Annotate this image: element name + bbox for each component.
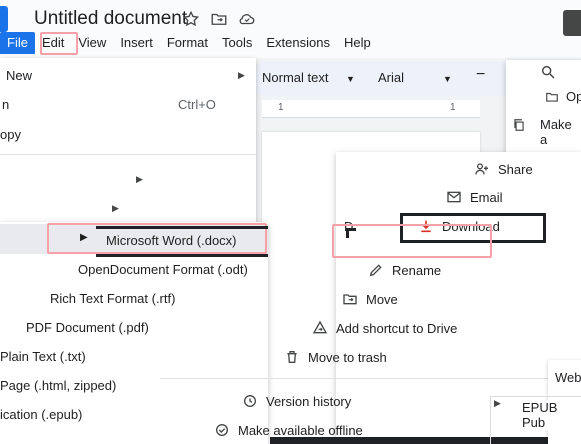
download-icon — [418, 218, 434, 234]
add-shortcut-item[interactable]: Add shortcut to Drive — [312, 320, 457, 336]
menu-file[interactable]: File — [0, 32, 35, 54]
trash-label: Move to trash — [308, 349, 387, 365]
menu-item-label: n — [2, 96, 10, 112]
move-label: Move — [366, 291, 398, 307]
submenu-arrow-icon: ▶ — [238, 70, 245, 80]
share-icon — [474, 161, 490, 177]
menu-item-open[interactable]: n Ctrl+O — [0, 90, 256, 118]
download-epub-item[interactable]: ication (.epub) — [0, 407, 82, 422]
ruler-mark: 1 — [450, 102, 456, 113]
pencil-icon — [368, 262, 384, 278]
download-item[interactable]: Download — [418, 218, 500, 234]
focus-bar — [96, 226, 268, 229]
download-txt-item[interactable]: Plain Text (.txt) — [0, 349, 86, 364]
download-html-item[interactable]: Page (.html, zipped) — [0, 378, 116, 393]
download-pdf-item[interactable]: PDF Document (.pdf) — [26, 320, 149, 335]
email-item[interactable]: Email — [446, 189, 503, 205]
email-label: Email — [470, 189, 503, 205]
version-history-label: Version history — [266, 393, 352, 409]
star-icon[interactable] — [182, 10, 200, 28]
menu-divider — [0, 154, 256, 155]
share-item[interactable]: Share — [474, 161, 533, 177]
play-arrow-icon: ▶ — [80, 232, 88, 243]
offline-label: Make available offline — [238, 422, 363, 438]
focus-bar — [96, 254, 268, 257]
open-label[interactable]: Op — [566, 89, 581, 104]
download-rtf-item[interactable]: Rich Text Format (.rtf) — [50, 291, 175, 306]
menu-bar: File Edit View Insert Format Tools Exten… — [0, 32, 378, 54]
email-icon — [446, 189, 462, 205]
epub-frame — [490, 396, 581, 444]
menu-format[interactable]: Format — [160, 32, 215, 54]
rename-label: Rename — [392, 262, 442, 278]
submenu-arrow-icon: ▶ — [112, 203, 119, 213]
menu-tools[interactable]: Tools — [215, 32, 259, 54]
docs-logo[interactable] — [0, 6, 8, 32]
move-item[interactable]: Move — [342, 291, 398, 307]
download-label: Download — [442, 218, 500, 234]
decrease-font-size-icon[interactable]: − — [476, 66, 485, 84]
menu-item-label: New — [6, 67, 33, 83]
chevron-down-icon[interactable]: ▼ — [346, 74, 355, 84]
font-select[interactable]: Arial — [378, 70, 404, 85]
version-history-item[interactable]: Version history — [242, 393, 351, 409]
ruler-mark: 1 — [278, 102, 284, 113]
menu-insert[interactable]: Insert — [113, 32, 160, 54]
copy-icon — [512, 118, 526, 132]
offline-icon — [214, 422, 230, 438]
rename-item[interactable]: Rename — [368, 262, 441, 278]
document-title[interactable]: Untitled document — [34, 8, 187, 30]
history-button[interactable] — [563, 10, 581, 36]
menu-help[interactable]: Help — [337, 32, 378, 54]
menu-item-label: opy — [0, 126, 21, 142]
ruler[interactable] — [262, 100, 480, 118]
menu-item-new[interactable]: New ▶ — [0, 61, 256, 89]
folder-move-icon[interactable] — [210, 10, 228, 28]
drive-shortcut-icon — [312, 320, 328, 336]
add-shortcut-label: Add shortcut to Drive — [336, 320, 458, 336]
menu-item-make-copy[interactable]: opy — [0, 120, 256, 148]
menu-edit[interactable]: Edit — [35, 32, 71, 54]
submenu-arrow-icon: ▶ — [136, 174, 143, 184]
trash-icon — [284, 349, 300, 365]
focus-mark — [346, 228, 349, 238]
search-icon[interactable] — [540, 64, 556, 80]
make-copy-label[interactable]: Make a — [540, 117, 581, 147]
paragraph-style-select[interactable]: Normal text — [262, 70, 328, 85]
menu-extensions[interactable]: Extensions — [259, 32, 337, 54]
menu-divider — [160, 378, 581, 379]
download-docx-item[interactable]: Microsoft Word (.docx) — [106, 233, 237, 248]
folder-move-icon — [342, 291, 358, 307]
cloud-status-icon[interactable] — [238, 10, 256, 28]
history-icon — [242, 393, 258, 409]
shortcut-label: Ctrl+O — [178, 96, 216, 112]
web-page-label[interactable]: Web — [555, 370, 581, 385]
download-odt-item[interactable]: OpenDocument Format (.odt) — [78, 262, 248, 277]
chevron-down-icon[interactable]: ▼ — [443, 74, 452, 84]
trash-item[interactable]: Move to trash — [284, 349, 387, 365]
menu-view[interactable]: View — [71, 32, 113, 54]
open-icon — [545, 90, 559, 104]
share-label: Share — [498, 161, 533, 177]
offline-item[interactable]: Make available offline — [214, 422, 363, 438]
